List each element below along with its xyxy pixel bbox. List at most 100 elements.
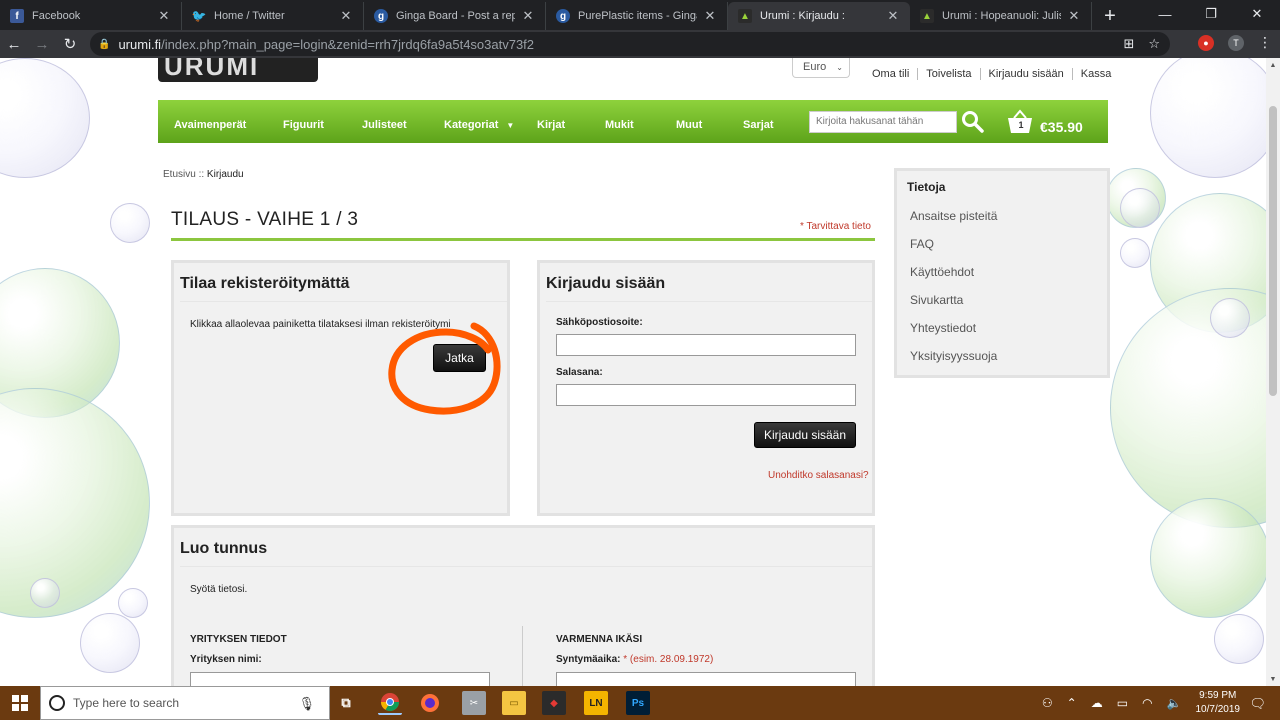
tab-title: Ginga Board - Post a reply — [396, 10, 515, 22]
password-field[interactable] — [556, 384, 856, 406]
menu-kebab-icon[interactable]: ⋮ — [1258, 34, 1272, 51]
forgot-password-link[interactable]: Unohditko salasanasi? — [768, 470, 869, 481]
profile-avatar[interactable]: T — [1228, 34, 1244, 51]
nav-julisteet[interactable]: Julisteet — [362, 119, 407, 131]
close-tab-icon[interactable]: ✕ — [339, 8, 353, 24]
battery-icon[interactable]: ▭ — [1117, 696, 1128, 710]
game-icon[interactable]: ◆ — [542, 691, 566, 715]
sidebar-item-pisteet[interactable]: Ansaitse pisteitä — [910, 202, 1107, 230]
scroll-up-icon[interactable]: ▲ — [1266, 58, 1280, 72]
tab-facebook[interactable]: f Facebook ✕ — [0, 2, 182, 30]
page-viewport: URUMI Euro ⌄ Oma tili Toivelista Kirjaudu… — [0, 58, 1266, 686]
login-button[interactable]: Kirjaudu sisään — [754, 422, 856, 448]
nav-muut[interactable]: Muut — [676, 119, 702, 131]
people-icon[interactable]: ⚇ — [1042, 696, 1053, 710]
scroll-thumb[interactable] — [1269, 106, 1277, 396]
scroll-down-icon[interactable]: ▼ — [1266, 672, 1280, 686]
tab-title: Home / Twitter — [214, 10, 285, 22]
bubble-decoration — [1120, 238, 1150, 268]
email-field[interactable] — [556, 334, 856, 356]
back-icon[interactable]: ← — [0, 30, 28, 58]
bubble-decoration — [118, 588, 148, 618]
site-logo[interactable]: URUMI — [158, 58, 318, 82]
tab-urumi-hopeanuoli[interactable]: ▲ Urumi : Hopeanuoli: Juliste: H ✕ — [910, 2, 1092, 30]
lock-icon[interactable]: 🔒 — [98, 39, 110, 50]
cart-total[interactable]: €35.90 — [1040, 119, 1083, 135]
nav-kirjat[interactable]: Kirjat — [537, 119, 565, 131]
nav-avaimenperat[interactable]: Avaimenperät — [174, 119, 246, 131]
tab-title: Urumi : Hopeanuoli: Juliste: H — [942, 10, 1061, 22]
clock-time: 9:59 PM — [1199, 690, 1237, 701]
cortana-icon — [49, 695, 65, 711]
breadcrumb-home[interactable]: Etusivu :: — [163, 169, 204, 180]
close-tab-icon[interactable]: ✕ — [521, 8, 535, 24]
tray-chevron-up-icon[interactable]: ⌃ — [1067, 696, 1077, 710]
notifications-icon[interactable]: 🗨 — [1249, 696, 1266, 712]
bookmark-star-icon[interactable]: ☆ — [1148, 36, 1160, 52]
bubble-decoration — [0, 58, 90, 178]
bubble-decoration — [80, 613, 140, 673]
extension-icon[interactable]: ● — [1198, 34, 1214, 51]
nav-figuurit[interactable]: Figuurit — [283, 119, 324, 131]
link-oma-tili[interactable]: Oma tili — [868, 68, 917, 80]
breadcrumb-current: Kirjaudu — [206, 169, 244, 180]
page-scrollbar[interactable]: ▲ ▼ — [1266, 58, 1280, 686]
link-toivelista[interactable]: Toivelista — [917, 68, 979, 80]
microphone-icon[interactable]: 🎙 — [298, 696, 315, 712]
close-tab-icon[interactable]: ✕ — [703, 8, 717, 24]
sidebar-item-faq[interactable]: FAQ — [910, 230, 1107, 258]
ln-icon[interactable]: LN — [584, 691, 608, 715]
task-view-icon[interactable]: ⧉ — [334, 691, 358, 715]
tab-pureplastic-items[interactable]: g PurePlastic items - Ginga Bo ✕ — [546, 2, 728, 30]
sidebar-item-sivukartta[interactable]: Sivukartta — [910, 286, 1107, 314]
nav-mukit[interactable]: Mukit — [605, 119, 634, 131]
reload-icon[interactable]: ↻ — [56, 30, 84, 58]
close-tab-icon[interactable]: ✕ — [1067, 8, 1081, 24]
link-kirjaudu[interactable]: Kirjaudu sisään — [979, 68, 1072, 80]
email-label: Sähköpostiosoite: — [556, 317, 643, 328]
link-kassa[interactable]: Kassa — [1071, 68, 1120, 80]
file-explorer-icon[interactable]: ▭ — [502, 691, 526, 715]
new-tab-button[interactable]: + — [1096, 2, 1124, 30]
taskbar-search-box[interactable]: Type here to search 🎙 — [40, 686, 330, 720]
wifi-icon[interactable]: ◠ — [1142, 696, 1152, 710]
nav-kategoriat[interactable]: Kategoriat ▼ — [444, 119, 514, 131]
company-name-label: Yrityksen nimi: — [190, 654, 262, 665]
column-divider — [522, 626, 523, 686]
sidebar-item-yhteystiedot[interactable]: Yhteystiedot — [910, 314, 1107, 342]
tab-twitter[interactable]: 🐦 Home / Twitter ✕ — [182, 2, 364, 30]
firefox-icon[interactable] — [418, 691, 442, 715]
close-tab-icon[interactable]: ✕ — [157, 8, 171, 24]
search-icon[interactable] — [960, 109, 984, 133]
sidebar-item-yksityisyyssuoja[interactable]: Yksityisyyssuoja — [910, 342, 1107, 370]
birthdate-label: Syntymäaika: * (esim. 28.09.1972) — [556, 654, 713, 665]
ginga-icon: g — [556, 9, 570, 23]
tab-ginga-board-reply[interactable]: g Ginga Board - Post a reply ✕ — [364, 2, 546, 30]
close-window-icon[interactable]: ✕ — [1234, 0, 1280, 28]
currency-select[interactable]: Euro ⌄ — [792, 58, 850, 78]
company-name-field[interactable] — [190, 672, 490, 686]
sidebar-item-kayttoehdot[interactable]: Käyttöehdot — [910, 258, 1107, 286]
volume-icon[interactable]: 🔈 — [1167, 696, 1182, 710]
site-search-input[interactable]: Kirjoita hakusanat tähän — [809, 111, 957, 133]
snip-icon[interactable]: ✂ — [462, 691, 486, 715]
translate-icon[interactable]: ⊞ — [1123, 36, 1134, 52]
tab-title: Urumi : Kirjaudu : — [760, 10, 845, 22]
cloud-icon[interactable]: ☁ — [1091, 696, 1103, 710]
ginga-icon: g — [374, 9, 388, 23]
taskbar-search-placeholder: Type here to search — [73, 696, 180, 710]
chrome-icon[interactable] — [378, 691, 402, 715]
account-links: Oma tili Toivelista Kirjaudu sisään Kass… — [868, 68, 1119, 80]
cart-count-badge: 1 — [1016, 120, 1026, 130]
clock[interactable]: 9:59 PM 10/7/2019 — [1196, 689, 1241, 717]
forward-icon[interactable]: → — [28, 30, 56, 58]
tab-urumi-kirjaudu[interactable]: ▲ Urumi : Kirjaudu : ✕ — [728, 2, 910, 30]
minimize-icon[interactable]: — — [1142, 0, 1188, 28]
close-tab-icon[interactable]: ✕ — [886, 8, 900, 24]
url-bar[interactable]: 🔒 urumi.fi/index.php?main_page=login&zen… — [90, 32, 1170, 56]
birthdate-field[interactable] — [556, 672, 856, 686]
photoshop-icon[interactable]: Ps — [626, 691, 650, 715]
windows-start-icon[interactable] — [0, 686, 40, 720]
restore-icon[interactable]: ❐ — [1188, 0, 1234, 28]
nav-sarjat[interactable]: Sarjat — [743, 119, 774, 131]
